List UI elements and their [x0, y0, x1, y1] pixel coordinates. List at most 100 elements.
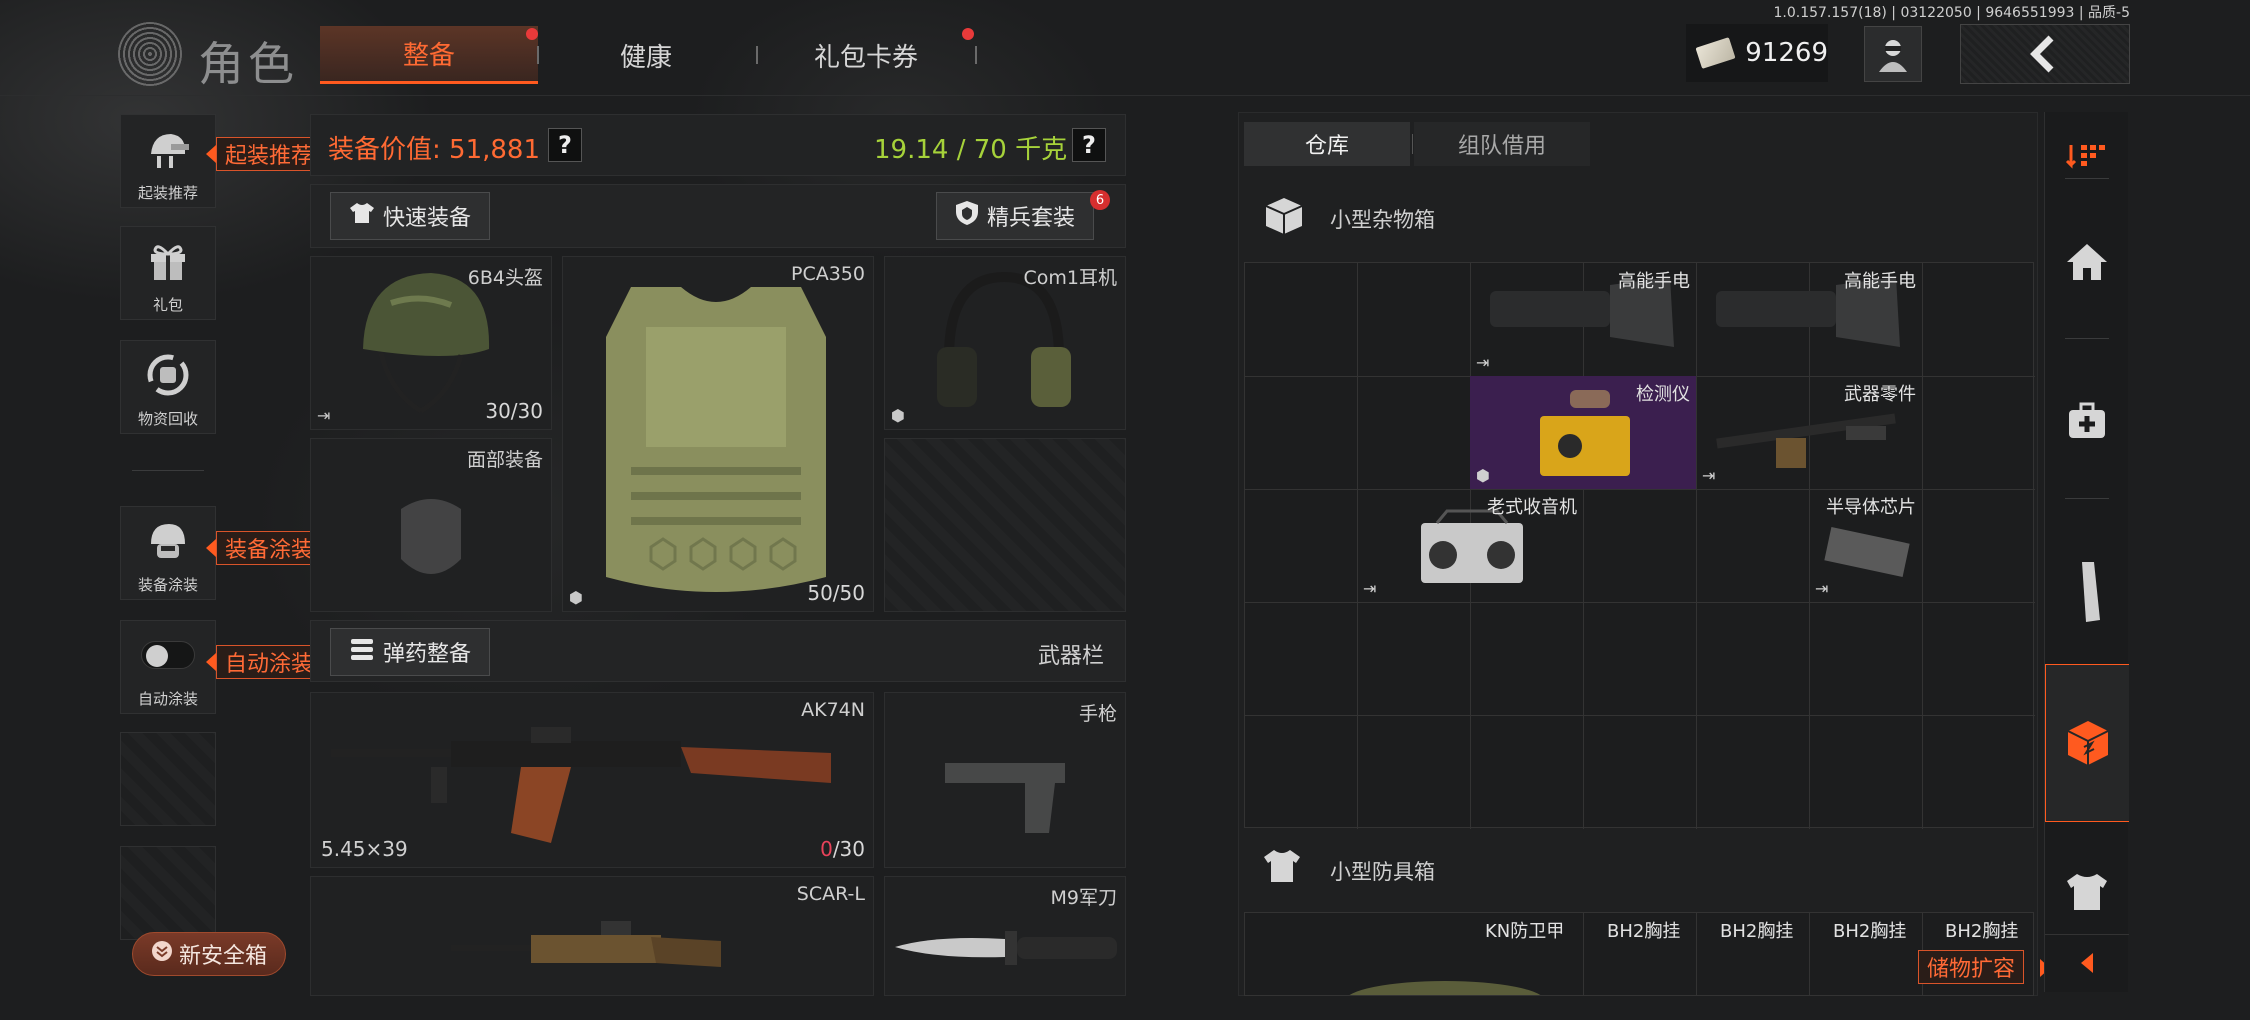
sidebar-item-label: 起装推荐	[137, 184, 198, 202]
bullets-icon	[349, 636, 375, 668]
back-button[interactable]	[1960, 24, 2130, 84]
tab-gift-coupons[interactable]: 礼包卡券	[776, 26, 956, 84]
detector-icon	[1540, 390, 1630, 476]
item-name: BH2胸挂	[1833, 921, 1907, 942]
sidebar-divider	[132, 470, 204, 471]
container-grid[interactable]: KN防卫甲 BH2胸挂 BH2胸挂 BH2胸挂 BH2胸挂	[1244, 912, 2034, 996]
toggle-icon[interactable]	[141, 628, 195, 682]
item-name: 武器零件	[1844, 384, 1916, 405]
tab-health[interactable]: 健康	[556, 26, 736, 84]
sort-button[interactable]	[2045, 126, 2129, 186]
rifle-icon	[331, 727, 831, 843]
gift-icon	[141, 234, 195, 288]
rail-containers-active[interactable]	[2045, 664, 2129, 822]
slot-name: AK74N	[801, 699, 865, 721]
container-grid[interactable]: 高能手电 ⇥ 高能手电 检测仪 ⬢ 武器零件 ⇥ 老式收音机 ⇥ 半导体芯片 ⇥	[1244, 262, 2035, 829]
sidebar-item-label: 礼包	[152, 296, 183, 314]
item-name: BH2胸挂	[1720, 921, 1794, 942]
currency-display[interactable]: 91269	[1686, 24, 1828, 82]
tab-divider	[756, 46, 758, 64]
ammo-count: 0/30	[820, 837, 865, 861]
tab-loadout[interactable]: 整备	[320, 26, 538, 84]
grid-item[interactable]: 高能手电 ⇥	[1470, 263, 1696, 376]
rail-armor[interactable]	[2045, 852, 2129, 932]
cube-icon: ⬢	[1476, 466, 1490, 485]
caliber: 5.45×39	[321, 837, 408, 861]
ammo-prep-button[interactable]: 弹药整备	[330, 628, 491, 676]
sort-icon	[2065, 145, 2105, 169]
shield-icon	[955, 200, 979, 232]
body-armor-icon	[606, 287, 826, 592]
rail-home[interactable]	[2045, 222, 2129, 302]
ammo-current: 0	[820, 837, 833, 861]
quick-equip-button[interactable]: 快速装备	[330, 192, 491, 240]
tab-label: 组队借用	[1457, 134, 1546, 159]
sidebar-empty-slot	[120, 732, 216, 826]
helmet-slot[interactable]: 6B4头盔 ⇥ 30/30	[310, 256, 552, 430]
grid-item-rare[interactable]: 检测仪 ⬢	[1470, 376, 1696, 489]
tab-warehouse[interactable]: 仓库	[1244, 122, 1410, 166]
auto-paint-toggle[interactable]	[141, 641, 195, 669]
elite-set-button[interactable]: 精兵套装	[936, 192, 1095, 240]
rail-collapse-button[interactable]	[2045, 934, 2129, 990]
slot-name: M9军刀	[1050, 887, 1117, 909]
grid-item[interactable]: 武器零件 ⇥	[1696, 376, 1922, 489]
radio-icon	[1421, 509, 1523, 583]
new-safe-box-button[interactable]: 新安全箱	[132, 932, 286, 976]
item-name: BH2胸挂	[1945, 921, 2019, 942]
pistol-slot[interactable]: 手枪	[884, 692, 1126, 868]
tab-label: 礼包卡券	[813, 42, 918, 73]
rail-medical[interactable]	[2045, 382, 2129, 462]
tab-team-borrow[interactable]: 组队借用	[1414, 122, 1590, 166]
durability: 30/30	[485, 399, 543, 423]
rifle-icon	[451, 921, 721, 967]
equip-arrow-icon: ⇥	[317, 406, 331, 425]
double-chevron-down-icon	[151, 940, 173, 968]
slot-name: Com1耳机	[1023, 267, 1118, 289]
container-name: 小型防具箱	[1330, 860, 1435, 884]
sidebar-item-auto-paint[interactable]: 自动涂装	[120, 620, 216, 714]
equip-arrow-icon: ⇥	[1363, 579, 1377, 598]
help-icon[interactable]: ?	[548, 128, 582, 162]
callout-arrow-icon	[206, 653, 216, 671]
sidebar-item-loadout-recommend[interactable]: 起装推荐	[120, 114, 216, 208]
item-name: 高能手电	[1618, 271, 1690, 292]
item-name: 检测仪	[1636, 384, 1690, 405]
equip-arrow-icon: ⇥	[1476, 353, 1490, 372]
tab-label: 整备	[402, 41, 455, 71]
armor-slot[interactable]: PCA350 ⬢ 50/50	[562, 256, 874, 612]
durability: 50/50	[807, 581, 865, 605]
callout-arrow-icon	[206, 539, 216, 557]
rail-ammo[interactable]	[2045, 542, 2129, 642]
help-icon[interactable]: ?	[1072, 128, 1106, 162]
loadout-recommend-icon	[141, 122, 195, 176]
grid-item[interactable]: 高能手电	[1696, 263, 1922, 376]
sidebar-item-label: 自动涂装	[137, 690, 198, 708]
slot-name: 手枪	[1078, 703, 1117, 725]
notification-dot	[526, 28, 538, 40]
sidebar-item-gift[interactable]: 礼包	[120, 226, 216, 320]
avatar[interactable]	[1864, 26, 1922, 82]
grid-item[interactable]: 半导体芯片 ⇥	[1809, 489, 1922, 602]
sidebar-item-equipment-paint[interactable]: 装备涂装	[120, 506, 216, 600]
gas-mask-icon	[401, 499, 461, 574]
shirt-icon	[1262, 848, 1302, 888]
sidebar-item-label: 物资回收	[137, 410, 198, 428]
sidebar-item-recycle[interactable]: 物资回收	[120, 340, 216, 434]
ammo-max: /30	[832, 837, 865, 861]
grid-item[interactable]: 老式收音机 ⇥	[1357, 489, 1583, 602]
melee-slot[interactable]: M9军刀	[884, 876, 1126, 996]
chevron-left-icon	[2081, 952, 2093, 973]
face-gear-slot[interactable]: 面部装备	[310, 438, 552, 612]
secondary-weapon-slot[interactable]: SCAR-L	[310, 876, 874, 996]
chip-icon	[1824, 527, 1910, 577]
primary-weapon-slot[interactable]: AK74N 5.45×39 0/30	[310, 692, 874, 868]
medkit-icon	[2069, 402, 2105, 438]
tab-divider	[1412, 134, 1413, 154]
elite-badge: 6	[1090, 190, 1110, 210]
notification-dot	[962, 28, 974, 40]
headset-slot[interactable]: Com1耳机 ⬢	[884, 256, 1126, 430]
currency-value: 91269	[1745, 38, 1828, 68]
storage-expand-callout[interactable]: 储物扩容	[1918, 950, 2025, 984]
item-name: KN防卫甲	[1485, 921, 1565, 942]
